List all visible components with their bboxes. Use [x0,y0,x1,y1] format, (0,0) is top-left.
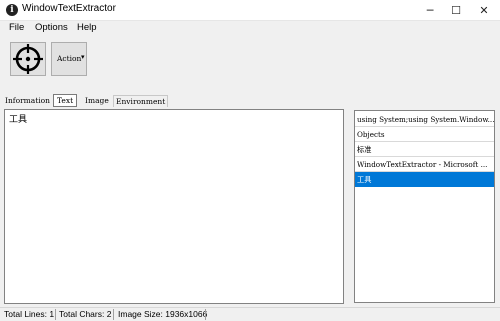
close-button[interactable]: ✕ [470,0,498,20]
text-output-area[interactable]: 工具 [4,109,344,304]
list-item[interactable]: Objects [355,127,494,142]
window-title: WindowTextExtractor [22,3,116,14]
status-image-size: Image Size: 1936x1066 [118,309,208,319]
title-bar[interactable]: i WindowTextExtractor ─ ☐ ✕ [0,0,500,21]
crosshair-target-icon [13,44,43,74]
target-button[interactable] [10,42,46,76]
tab-text[interactable]: Text [53,94,78,107]
text-output-content: 工具 [9,115,28,125]
maximize-button[interactable]: ☐ [442,0,470,20]
app-info-icon: i [6,4,18,16]
status-total-chars: Total Chars: 2 [59,309,112,319]
status-separator [205,309,206,320]
menu-help[interactable]: Help [77,22,97,33]
action-button[interactable]: Action ▾ [51,42,87,76]
status-bar: Total Lines: 1 Total Chars: 2 Image Size… [0,307,500,321]
text-list[interactable]: using System;using System.Window... Obje… [354,110,495,303]
minimize-button[interactable]: ─ [416,0,444,20]
tab-image[interactable]: Image [85,95,109,107]
list-item[interactable]: 标准 [355,142,494,157]
chevron-down-icon: ▾ [81,53,85,61]
status-total-lines: Total Lines: 1 [4,309,55,319]
list-item-selected[interactable]: 工具 [355,172,494,187]
status-separator [55,309,56,320]
menu-bar: File Options Help [0,21,500,36]
action-button-label: Action [57,54,82,63]
list-item[interactable]: WindowTextExtractor - Microsoft ... [355,157,494,172]
list-item[interactable]: using System;using System.Window... [355,112,494,127]
menu-file[interactable]: File [9,22,24,33]
menu-options[interactable]: Options [35,22,68,33]
tab-environment[interactable]: Environment [113,95,169,107]
status-separator [113,309,114,320]
tab-information[interactable]: Information [5,95,50,107]
